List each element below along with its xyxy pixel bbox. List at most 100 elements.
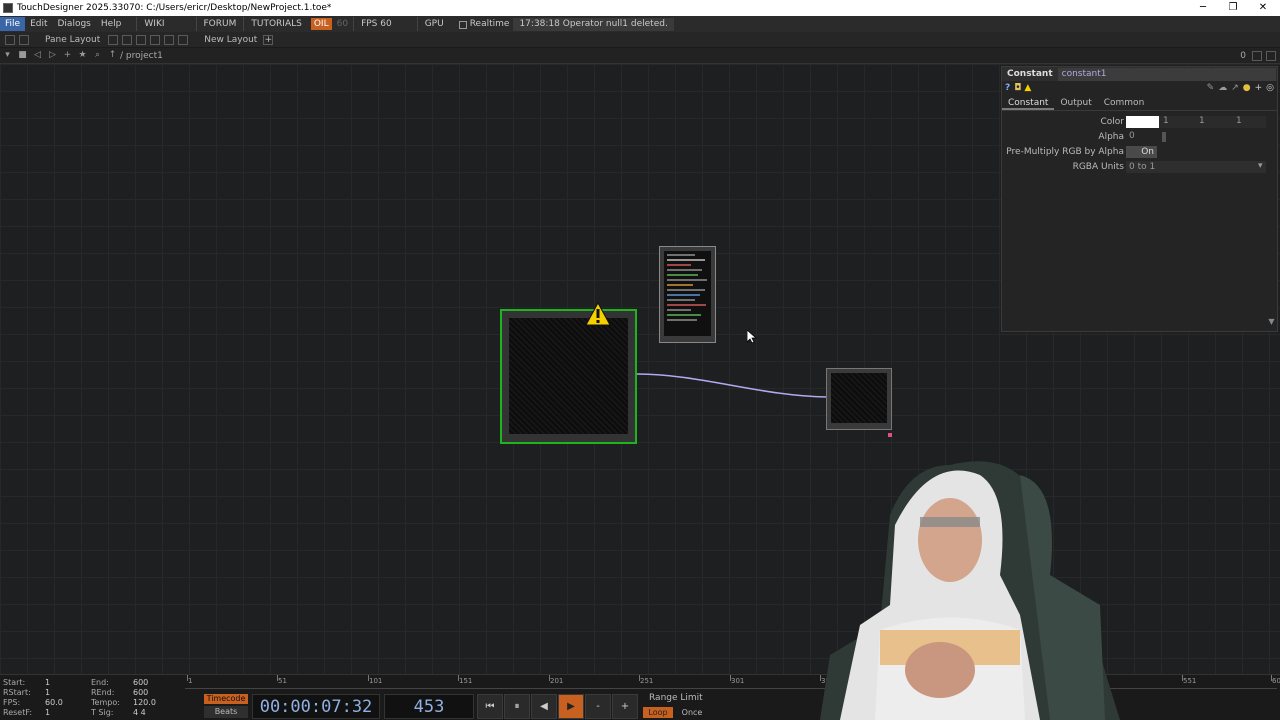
- pane-icon[interactable]: [5, 34, 15, 45]
- pane-index: 0: [1240, 50, 1246, 61]
- layout-2-icon[interactable]: [122, 34, 133, 45]
- stat-value[interactable]: 120.0: [133, 698, 179, 708]
- scroll-down-icon[interactable]: ▼: [1267, 317, 1276, 331]
- tab-constant[interactable]: Constant: [1002, 97, 1055, 110]
- color-label: Color: [1100, 117, 1125, 127]
- add-op-icon[interactable]: +: [62, 50, 73, 61]
- pane-layout-bar: Pane Layout New Layout +: [0, 32, 1280, 48]
- add-icon[interactable]: +: [1255, 83, 1263, 93]
- step-back-button[interactable]: ◀: [531, 694, 557, 719]
- minimize-button[interactable]: ─: [1188, 0, 1218, 16]
- pause-button[interactable]: ⏸: [504, 694, 530, 719]
- tab-common[interactable]: Common: [1098, 97, 1151, 110]
- wiki-link[interactable]: WIKI: [136, 17, 171, 31]
- layout-6-icon[interactable]: [178, 34, 189, 45]
- text-dat-viewer: [664, 251, 711, 336]
- menu-help[interactable]: Help: [96, 17, 127, 31]
- menu-edit[interactable]: Edit: [25, 17, 52, 31]
- export-icon[interactable]: ↗: [1231, 83, 1239, 93]
- step-minus-button[interactable]: -: [585, 694, 611, 719]
- pane-layout-label[interactable]: Pane Layout: [45, 35, 100, 45]
- stat-value[interactable]: 4 4: [133, 708, 179, 718]
- webcam-overlay: [820, 461, 1120, 720]
- help-icon[interactable]: ?: [1005, 83, 1010, 93]
- alpha-slider[interactable]: [1162, 132, 1166, 142]
- play-button[interactable]: ▶: [558, 694, 584, 719]
- menu-dialogs[interactable]: Dialogs: [53, 17, 96, 31]
- output-flag[interactable]: [888, 433, 892, 437]
- color-icon[interactable]: ●: [1243, 83, 1251, 93]
- layout-4-icon[interactable]: [150, 34, 161, 45]
- op-type: Constant: [1007, 69, 1053, 79]
- window-title: TouchDesigner 2025.33070: C:/Users/ericr…: [17, 3, 332, 13]
- maximize-pane-icon[interactable]: [1252, 50, 1262, 61]
- param-header: Constant constant1: [1002, 67, 1277, 81]
- ruler-tick-label: 201: [550, 677, 564, 685]
- up-icon[interactable]: ↑: [107, 50, 118, 61]
- tutorials-link[interactable]: TUTORIALS: [243, 17, 308, 31]
- warning-small-icon[interactable]: ▲: [1024, 83, 1031, 93]
- timecode-mode-button[interactable]: Timecode: [204, 694, 248, 704]
- python-icon[interactable]: ◘: [1014, 83, 1021, 93]
- mouse-cursor-icon: [747, 330, 757, 344]
- layout-3-icon[interactable]: [136, 34, 147, 45]
- null-node[interactable]: [826, 368, 892, 430]
- rgba-units-dropdown[interactable]: 0 to 1: [1126, 161, 1266, 173]
- gpu-button[interactable]: GPU: [416, 17, 451, 31]
- pin-icon[interactable]: [19, 34, 29, 45]
- alpha-field[interactable]: 0: [1129, 131, 1135, 142]
- bookmark-icon[interactable]: ★: [77, 50, 88, 61]
- stat-value[interactable]: 600: [133, 678, 179, 688]
- layout-5-icon[interactable]: [164, 34, 175, 45]
- connector-wire[interactable]: [636, 373, 828, 398]
- chevron-down-icon: ▾: [1258, 161, 1263, 171]
- stat-value[interactable]: 1: [45, 678, 91, 688]
- edit-icon[interactable]: ✎: [1207, 83, 1215, 93]
- stat-value[interactable]: 600: [133, 688, 179, 698]
- text-dat-node[interactable]: [659, 246, 716, 343]
- tab-output[interactable]: Output: [1054, 97, 1097, 110]
- op-name-field[interactable]: constant1: [1057, 67, 1276, 81]
- stat-value[interactable]: 60.0: [45, 698, 91, 708]
- stat-value[interactable]: 1: [45, 708, 91, 718]
- once-button[interactable]: Once: [677, 707, 707, 718]
- timecode-display[interactable]: 00:00:07:32: [252, 694, 380, 719]
- rewind-button[interactable]: ⏮: [477, 694, 503, 719]
- color-b-field[interactable]: 1: [1236, 116, 1242, 127]
- app-logo-icon: [3, 3, 13, 13]
- constant1-node[interactable]: [500, 309, 637, 444]
- color-g-field[interactable]: 1: [1199, 116, 1205, 127]
- menu-file[interactable]: File: [0, 17, 26, 31]
- close-button[interactable]: ✕: [1248, 0, 1278, 16]
- warning-icon[interactable]: [585, 302, 611, 326]
- search-icon[interactable]: ⌕: [92, 50, 103, 61]
- close-pane-icon[interactable]: [1266, 50, 1276, 61]
- color-swatch[interactable]: [1126, 116, 1159, 128]
- ruler-tick-label: 301: [731, 677, 745, 685]
- new-layout-button[interactable]: New Layout: [204, 35, 257, 45]
- color-r-field[interactable]: 1: [1163, 116, 1169, 127]
- layout-1-icon[interactable]: [108, 34, 119, 45]
- stat-label: FPS:: [3, 698, 21, 707]
- restore-button[interactable]: ❐: [1218, 0, 1248, 16]
- forward-icon[interactable]: ▷: [47, 50, 58, 61]
- menu-arrow-icon[interactable]: ▾: [2, 50, 13, 61]
- network-path[interactable]: / project1: [120, 51, 163, 61]
- loop-button[interactable]: Loop: [643, 707, 673, 718]
- oil-toggle[interactable]: OIL: [310, 18, 332, 30]
- stat-value[interactable]: 1: [45, 688, 91, 698]
- menu-bar: File Edit Dialogs Help WIKI FORUM TUTORI…: [0, 16, 1280, 32]
- add-layout-button[interactable]: +: [263, 34, 274, 45]
- forum-link[interactable]: FORUM: [195, 17, 244, 31]
- frame-display[interactable]: 453: [384, 694, 474, 719]
- premult-toggle[interactable]: On: [1126, 146, 1157, 158]
- realtime-checkbox[interactable]: [458, 21, 467, 29]
- beats-mode-button[interactable]: Beats: [204, 706, 248, 718]
- stop-icon[interactable]: ■: [17, 50, 28, 61]
- step-plus-button[interactable]: +: [612, 694, 638, 719]
- back-icon[interactable]: ◁: [32, 50, 43, 61]
- stat-label: T Sig:: [91, 708, 114, 717]
- ruler-tick-label: 101: [369, 677, 383, 685]
- settings-icon[interactable]: ◎: [1266, 83, 1274, 93]
- comment-icon[interactable]: ☁: [1218, 83, 1227, 93]
